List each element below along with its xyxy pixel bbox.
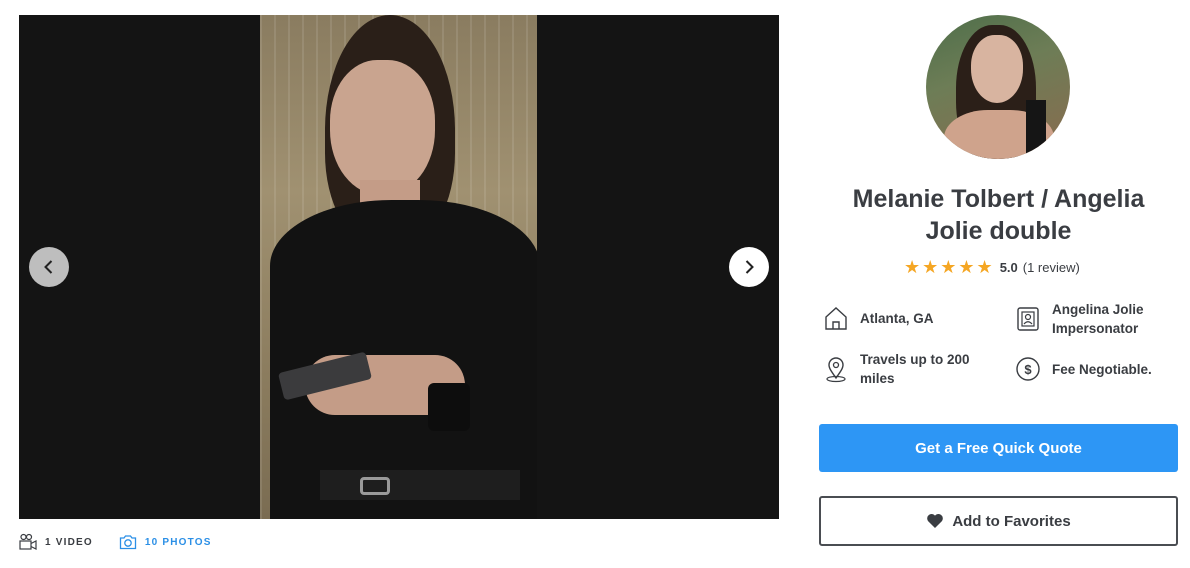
rating-score: 5.0 bbox=[999, 260, 1018, 275]
fee-text: Fee Negotiable. bbox=[1052, 361, 1152, 377]
dollar-icon: $ bbox=[1016, 357, 1040, 381]
star-rating-icons: ★★★★★ bbox=[904, 257, 995, 277]
chevron-right-icon bbox=[745, 260, 754, 274]
get-quote-button[interactable]: Get a Free Quick Quote bbox=[819, 424, 1178, 472]
media-counts: 1 VIDEO 10 PHOTOS bbox=[19, 533, 212, 551]
category-text: Angelina Jolie Impersonator bbox=[1052, 302, 1144, 336]
video-camera-icon bbox=[19, 533, 37, 550]
gallery-prev-button[interactable] bbox=[29, 247, 69, 287]
camera-icon bbox=[119, 535, 137, 550]
photo-count-link[interactable]: 10 PHOTOS bbox=[119, 533, 212, 551]
photo-belt bbox=[320, 470, 520, 500]
svg-text:$: $ bbox=[1024, 362, 1032, 377]
fact-category[interactable]: Angelina Jolie Impersonator bbox=[1014, 300, 1174, 338]
fact-travel: Travels up to 200 miles bbox=[822, 350, 992, 388]
avatar bbox=[926, 15, 1070, 159]
rating[interactable]: ★★★★★ 5.0 (1 review) bbox=[904, 257, 1080, 278]
avatar-strap bbox=[1026, 100, 1046, 159]
map-pin-icon bbox=[826, 357, 846, 383]
photo-gallery[interactable] bbox=[19, 15, 779, 519]
add-to-favorites-label: Add to Favorites bbox=[952, 512, 1071, 530]
performer-name: Melanie Tolbert / Angelia Jolie double bbox=[852, 185, 1145, 245]
chevron-left-icon bbox=[44, 260, 53, 274]
photo-face bbox=[330, 60, 435, 195]
location-text: Atlanta, GA bbox=[860, 310, 934, 326]
add-to-favorites-button[interactable]: Add to Favorites bbox=[819, 496, 1178, 546]
review-count-link[interactable]: (1 review) bbox=[1023, 260, 1080, 275]
avatar-face bbox=[971, 35, 1023, 103]
gallery-photo[interactable] bbox=[260, 15, 537, 519]
heart-icon bbox=[927, 513, 944, 528]
gallery-next-button[interactable] bbox=[729, 247, 769, 287]
travel-text: Travels up to 200 miles bbox=[860, 352, 970, 386]
photo-wristband bbox=[428, 383, 470, 431]
photo-buckle bbox=[360, 477, 390, 495]
fact-location: Atlanta, GA bbox=[822, 304, 934, 332]
home-icon bbox=[825, 307, 847, 330]
video-count-link[interactable]: 1 VIDEO bbox=[19, 533, 93, 551]
video-count-label: 1 VIDEO bbox=[45, 536, 93, 548]
contact-card-icon bbox=[1017, 307, 1039, 331]
photo-count-label: 10 PHOTOS bbox=[144, 536, 212, 548]
fact-fee: $ Fee Negotiable. bbox=[1014, 355, 1152, 383]
